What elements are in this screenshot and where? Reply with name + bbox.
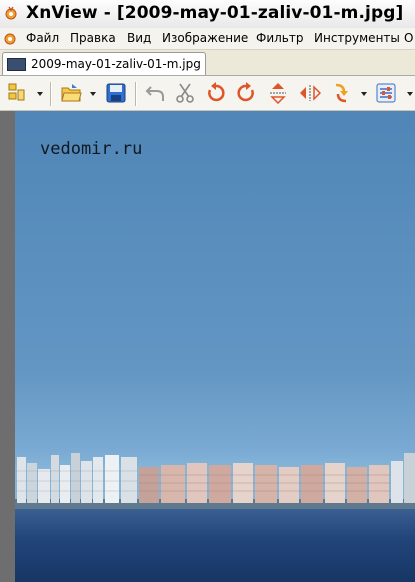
tab-bar: 2009-may-01-zaliv-01-m.jpg [0,50,415,76]
menu-view[interactable]: Вид [127,31,151,45]
rotate-left-button[interactable] [203,80,229,106]
water [15,509,415,582]
flip-vertical-icon [270,83,286,104]
tab-image[interactable]: 2009-may-01-zaliv-01-m.jpg [2,52,206,75]
city-skyline [15,453,415,511]
menu-file[interactable]: Файл [26,31,59,45]
save-icon [106,83,126,103]
flip-horizontal-button[interactable] [297,80,323,106]
toolbar [0,76,415,111]
menu-image[interactable]: Изображение [162,31,248,45]
window-title: XnView - [2009-may-01-zaliv-01-m.jpg] [26,3,404,23]
rotate-right-icon [237,82,254,102]
menu-bar: Файл Правка Вид Изображение Фильтр Инстр… [0,28,415,50]
cut-icon [176,83,194,103]
open-button[interactable] [58,80,84,106]
rotate-right-button[interactable] [233,80,259,106]
rotate-left-icon [208,82,225,102]
browser-button[interactable] [4,80,30,106]
xnview-app-icon[interactable] [4,6,18,20]
menu-tools[interactable]: Инструменты [314,31,400,45]
transform-dropdown-arrow[interactable] [361,92,367,96]
tab-label: 2009-may-01-zaliv-01-m.jpg [31,57,201,71]
adjust-icon [376,83,396,103]
adjust-button[interactable] [373,80,399,106]
watermark-text: vedomir.ru [40,139,143,159]
menu-filter[interactable]: Фильтр [256,31,303,45]
image-viewer[interactable]: vedomir.ru [0,111,415,582]
open-dropdown-arrow[interactable] [90,92,96,96]
toolbar-separator [135,82,137,106]
adjust-dropdown-arrow[interactable] [407,92,413,96]
undo-icon [145,86,164,101]
photo-canvas[interactable]: vedomir.ru [15,111,415,582]
transform-icon [335,83,348,103]
browser-dropdown-arrow[interactable] [37,92,43,96]
undo-button[interactable] [142,80,168,106]
system-menu-icon[interactable] [3,31,17,45]
flip-horizontal-icon [300,85,321,101]
cut-button[interactable] [172,80,198,106]
open-icon [61,84,82,102]
image-thumbnail-icon [7,58,26,71]
flip-vertical-button[interactable] [265,80,291,106]
menu-edit[interactable]: Правка [70,31,116,45]
browser-icon [8,83,25,101]
toolbar-separator [50,82,52,106]
menu-about[interactable]: О [404,31,413,45]
save-button[interactable] [103,80,129,106]
title-bar: XnView - [2009-may-01-zaliv-01-m.jpg] [0,0,415,29]
transform-button[interactable] [328,80,354,106]
